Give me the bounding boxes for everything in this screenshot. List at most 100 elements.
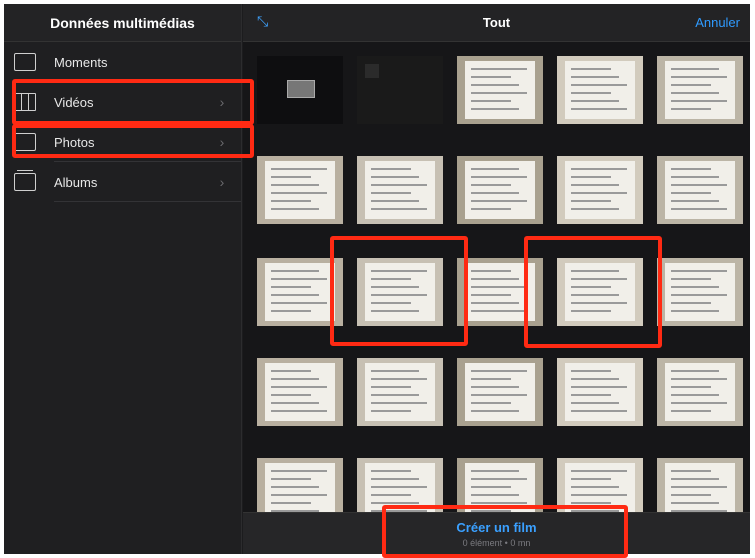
photo-thumbnail[interactable] — [457, 156, 543, 224]
sidebar-item-moments[interactable]: Moments — [4, 42, 241, 82]
text-line — [271, 394, 311, 396]
text-line — [571, 278, 627, 280]
photo-thumbnail[interactable] — [357, 358, 443, 426]
text-line — [671, 478, 719, 480]
text-line — [671, 286, 719, 288]
text-line — [371, 278, 411, 280]
text-line — [271, 486, 319, 488]
create-film-button[interactable]: Créer un film — [243, 520, 750, 535]
text-line — [671, 502, 719, 504]
photo-thumbnail[interactable] — [257, 358, 343, 426]
text-line — [271, 402, 319, 404]
text-line — [271, 378, 319, 380]
sidebar-item-photos[interactable]: Photos › — [4, 122, 241, 162]
text-line — [371, 470, 411, 472]
photo-thumbnail[interactable] — [557, 156, 643, 224]
photo-thumbnail[interactable] — [657, 56, 743, 124]
text-line — [571, 486, 619, 488]
text-line — [671, 184, 727, 186]
media-thumbnail[interactable] — [357, 56, 443, 124]
text-line — [671, 84, 711, 86]
text-line — [471, 310, 527, 312]
text-line — [571, 270, 619, 272]
film-icon — [14, 93, 36, 111]
sidebar-title: Données multimédias — [4, 4, 241, 42]
text-line — [671, 76, 727, 78]
text-line — [571, 310, 611, 312]
text-line — [471, 192, 519, 194]
photo-thumbnail[interactable] — [257, 156, 343, 224]
text-line — [571, 200, 611, 202]
text-line — [471, 502, 527, 504]
text-line — [671, 270, 727, 272]
text-line — [371, 302, 411, 304]
text-line — [571, 168, 627, 170]
text-line — [471, 470, 519, 472]
expand-icon[interactable]: ⤡ — [257, 13, 277, 33]
photo-thumbnail[interactable] — [357, 258, 443, 326]
photo-thumbnail[interactable] — [457, 56, 543, 124]
text-line — [571, 100, 619, 102]
text-line — [571, 502, 611, 504]
photo-thumbnail[interactable] — [357, 156, 443, 224]
text-line — [671, 494, 711, 496]
video-thumbnail[interactable] — [257, 56, 343, 124]
page-title: Tout — [482, 15, 511, 30]
sidebar-item-label: Albums — [54, 174, 98, 190]
text-line — [471, 370, 527, 372]
text-line — [671, 192, 711, 194]
text-line — [471, 270, 511, 272]
text-line — [371, 168, 411, 170]
text-line — [471, 386, 519, 388]
sidebar-item-videos[interactable]: Vidéos › — [4, 82, 241, 122]
text-line — [271, 270, 319, 272]
text-line — [471, 402, 511, 404]
text-line — [671, 100, 727, 102]
text-line — [571, 208, 619, 210]
text-line — [571, 294, 619, 296]
photo-thumbnail[interactable] — [257, 258, 343, 326]
text-line — [471, 278, 519, 280]
text-line — [271, 386, 327, 388]
photo-thumbnail[interactable] — [557, 258, 643, 326]
text-line — [571, 386, 627, 388]
photo-thumbnail[interactable] — [457, 258, 543, 326]
photo-thumbnail[interactable] — [657, 156, 743, 224]
photo-thumbnail[interactable] — [457, 358, 543, 426]
photo-thumbnail[interactable] — [557, 358, 643, 426]
text-line — [471, 176, 527, 178]
text-line — [471, 302, 519, 304]
text-line — [471, 76, 511, 78]
text-line — [371, 502, 419, 504]
sidebar-item-albums[interactable]: Albums › — [4, 162, 241, 202]
photo-thumbnail[interactable] — [557, 56, 643, 124]
text-line — [271, 200, 311, 202]
text-line — [671, 410, 711, 412]
photo-thumbnail[interactable] — [657, 358, 743, 426]
video-frame — [287, 80, 315, 98]
app-window: Données multimédias Moments Vidéos › Pho… — [4, 4, 750, 554]
text-line — [371, 370, 419, 372]
text-line — [371, 184, 427, 186]
selection-summary: 0 élément • 0 mn — [462, 538, 531, 548]
text-line — [371, 386, 411, 388]
text-line — [371, 286, 419, 288]
cancel-button[interactable]: Annuler — [695, 15, 740, 30]
text-line — [471, 494, 519, 496]
text-line — [671, 402, 727, 404]
text-line — [471, 208, 511, 210]
text-line — [271, 494, 327, 496]
text-line — [371, 176, 419, 178]
text-line — [371, 270, 427, 272]
text-line — [571, 192, 627, 194]
text-line — [571, 470, 627, 472]
text-line — [671, 68, 719, 70]
photo-thumbnail[interactable] — [657, 258, 743, 326]
text-line — [671, 176, 719, 178]
text-line — [271, 168, 327, 170]
text-line — [371, 378, 427, 380]
photo-icon — [14, 133, 36, 151]
text-line — [371, 208, 427, 210]
text-line — [571, 176, 611, 178]
text-line — [471, 184, 511, 186]
